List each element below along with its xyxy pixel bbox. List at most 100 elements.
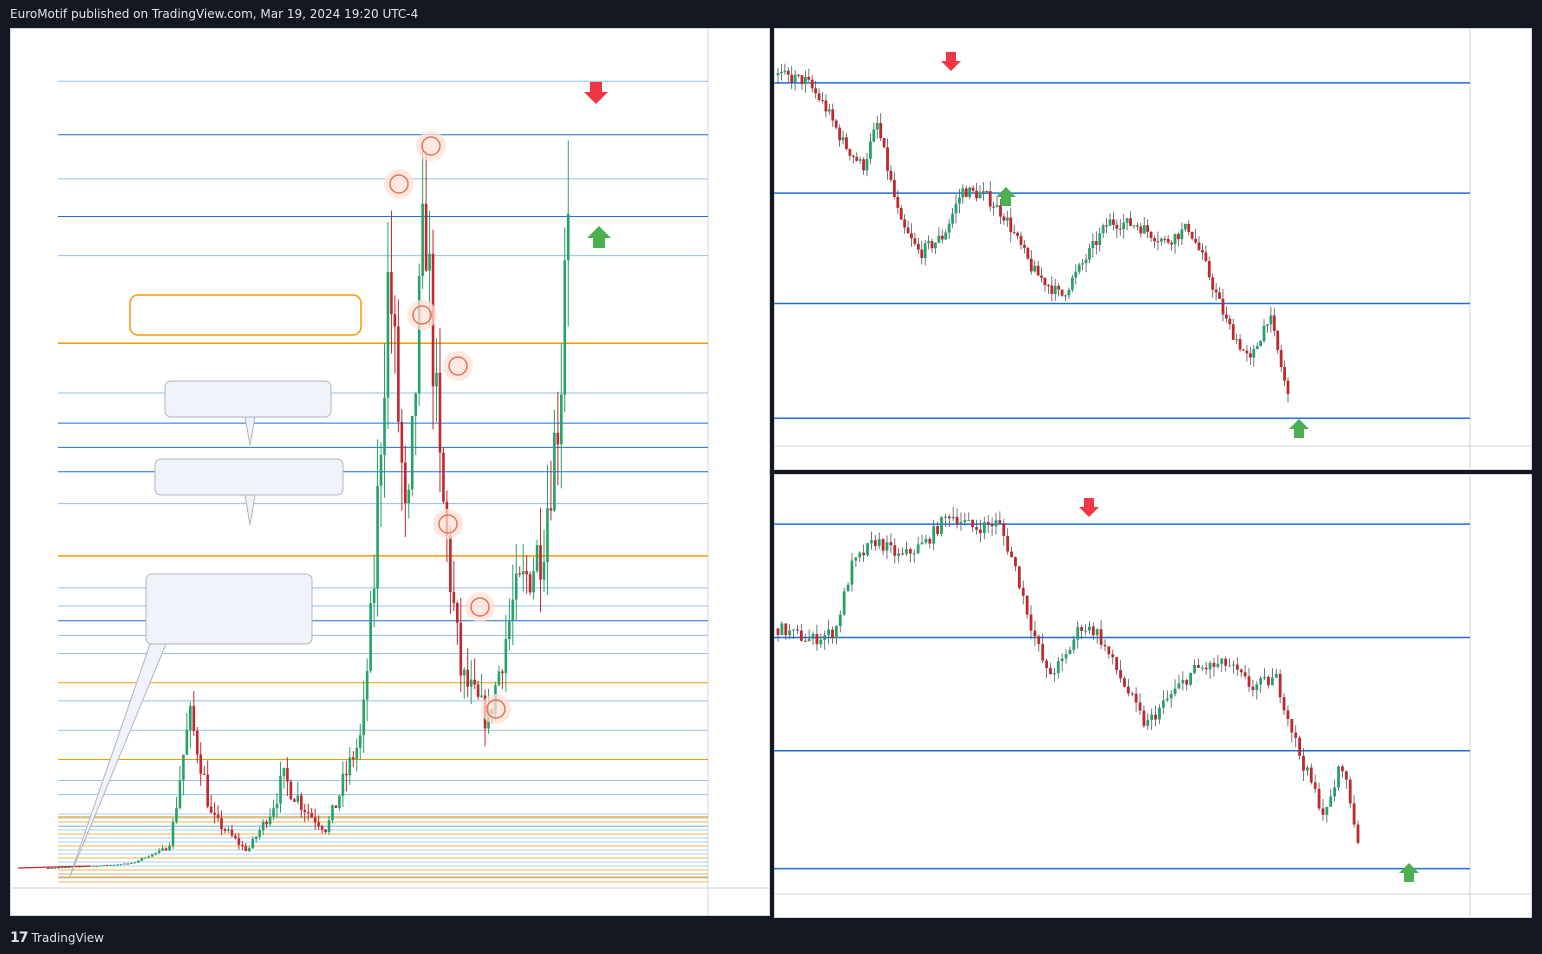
candle-body [1115,224,1119,229]
candle-body [815,634,819,645]
candle-body [873,540,877,546]
candle-body [994,520,998,527]
candle-body [790,74,794,83]
candle-body [133,862,137,864]
candle-body [1146,225,1150,232]
candle-body [1150,714,1154,720]
candle-body [1279,350,1283,368]
candle-body [792,629,795,631]
candle-body [57,867,60,869]
candle-body [227,829,230,831]
candle-body [164,848,168,851]
candle-body [978,192,982,199]
candle-body [838,127,842,141]
top-right-chart[interactable] [773,27,1533,471]
candle-body [535,545,539,572]
candle-body [1204,252,1208,262]
candle-body [881,539,885,551]
candle-body [168,845,171,851]
candle-body [831,629,834,639]
candle-body [1125,218,1129,223]
candle-body [1201,249,1204,253]
tradingview-logo-icon: 17 [10,930,29,946]
candle-body [1142,710,1146,726]
candle-body [351,757,355,760]
candle-body [920,249,924,258]
candle-body [967,519,971,521]
bottom-right-chart-panel[interactable] [773,473,1533,919]
candle-body [1057,285,1061,290]
candle-body [456,603,459,623]
candle-body [846,584,850,592]
candle-body [872,129,876,142]
candle-body [819,639,823,645]
blue-note-box [164,380,332,418]
candle-body [1248,353,1252,358]
candle-body [404,462,407,504]
candle-body [1072,639,1076,650]
candle-body [855,157,859,161]
candle-body [1263,676,1266,679]
candle-body [241,844,244,847]
candle-body [345,773,348,776]
candle-body [1130,693,1134,695]
candle-body [1053,285,1057,294]
candle-body [783,70,787,72]
candle-body [940,235,944,240]
candle-body [786,70,790,75]
candle-body [511,599,515,621]
candle-body [386,272,390,398]
candle-body [1269,315,1273,325]
candle-body [827,629,831,636]
candle-body [556,432,560,445]
candle-body [1156,241,1160,243]
candle-body [928,538,932,544]
candle-body [1255,346,1259,349]
candle-body [1255,684,1259,691]
candle-body [1211,277,1215,290]
candle-body [372,588,376,604]
candle-body [776,73,780,76]
candle-body [1194,238,1197,243]
candle-body [937,235,941,243]
candle-body [1064,654,1068,659]
candle-body [889,170,893,180]
candle-body [365,670,369,700]
candle-body [1313,782,1317,789]
candle-body [199,754,203,774]
footer-brand[interactable]: 17 TradingView [10,928,104,948]
candle-body [1033,265,1037,272]
candle-body [896,196,900,208]
candle-body [869,141,872,159]
candle-body [331,805,334,821]
left-chart[interactable] [9,27,771,917]
candle-body [1029,614,1033,631]
candle-body [1084,259,1088,264]
candle-body [1242,349,1245,351]
candle-body [892,179,896,197]
candle-body [348,757,352,776]
candle-body [1259,341,1263,347]
candle-body [1190,231,1194,239]
candle-body [882,138,886,148]
candle-body [1098,233,1102,245]
candle-body [296,795,300,802]
candle-body [992,206,996,208]
candle-body [1088,626,1091,631]
candle-body [780,623,784,635]
chart-frame [773,473,1533,919]
candle-body [1356,824,1360,843]
candle-body [1105,225,1108,227]
candle-body [1056,661,1060,674]
candle-body [1049,667,1052,675]
bottom-right-chart[interactable] [773,473,1533,919]
top-right-chart-panel[interactable] [773,27,1533,471]
candle-body [780,71,783,74]
candle-body [905,549,908,554]
candle-body [272,808,275,817]
candle-body [275,803,279,809]
left-chart-panel[interactable] [9,27,771,917]
candle-body [469,679,473,687]
candle-body [1026,247,1030,259]
candle-body [320,826,324,830]
